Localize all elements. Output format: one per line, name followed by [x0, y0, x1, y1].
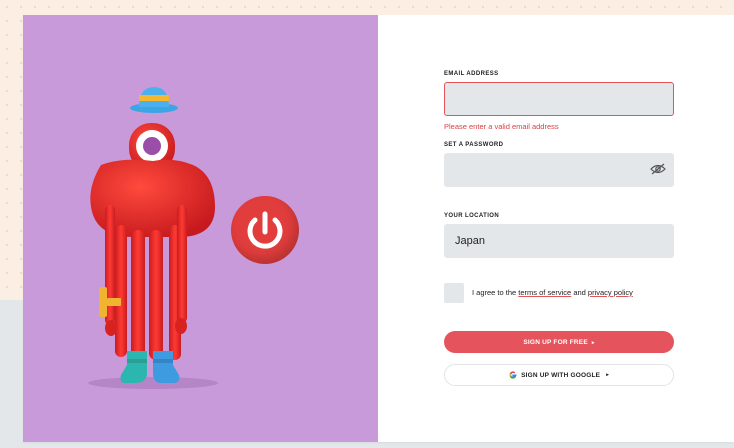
agree-and: and — [571, 288, 588, 297]
google-icon — [509, 371, 517, 379]
power-icon — [247, 211, 283, 249]
terms-checkbox[interactable] — [444, 283, 464, 303]
arrow-right-icon: ▸ — [606, 372, 609, 378]
location-input[interactable] — [444, 224, 674, 258]
email-input[interactable] — [444, 82, 674, 116]
arrow-right-icon: ▸ — [591, 339, 595, 346]
agree-prefix: I agree to the — [472, 288, 519, 297]
power-badge — [231, 196, 299, 264]
eye-slash-icon[interactable] — [650, 163, 666, 175]
illustration-panel — [23, 15, 378, 442]
email-label: EMAIL ADDRESS — [444, 71, 499, 77]
sign-up-button[interactable]: SIGN UP FOR FREE ▸ — [444, 331, 674, 353]
email-error-message: Please enter a valid email address — [444, 122, 559, 131]
signup-form: EMAIL ADDRESS Please enter a valid email… — [378, 15, 734, 442]
terms-agreement-text: I agree to the terms of service and priv… — [472, 288, 633, 297]
password-input[interactable] — [444, 153, 674, 187]
red-cyclops-mascot — [88, 87, 218, 389]
password-label: SET A PASSWORD — [444, 142, 504, 148]
signup-card: EMAIL ADDRESS Please enter a valid email… — [23, 15, 734, 442]
google-sign-up-label: SIGN UP WITH GOOGLE — [521, 371, 601, 379]
google-sign-up-button[interactable]: SIGN UP WITH GOOGLE ▸ — [444, 364, 674, 386]
sign-up-button-label: SIGN UP FOR FREE — [523, 338, 588, 346]
terms-of-service-link[interactable]: terms of service — [518, 288, 571, 297]
privacy-policy-link[interactable]: privacy policy — [588, 288, 633, 297]
location-label: YOUR LOCATION — [444, 213, 500, 219]
